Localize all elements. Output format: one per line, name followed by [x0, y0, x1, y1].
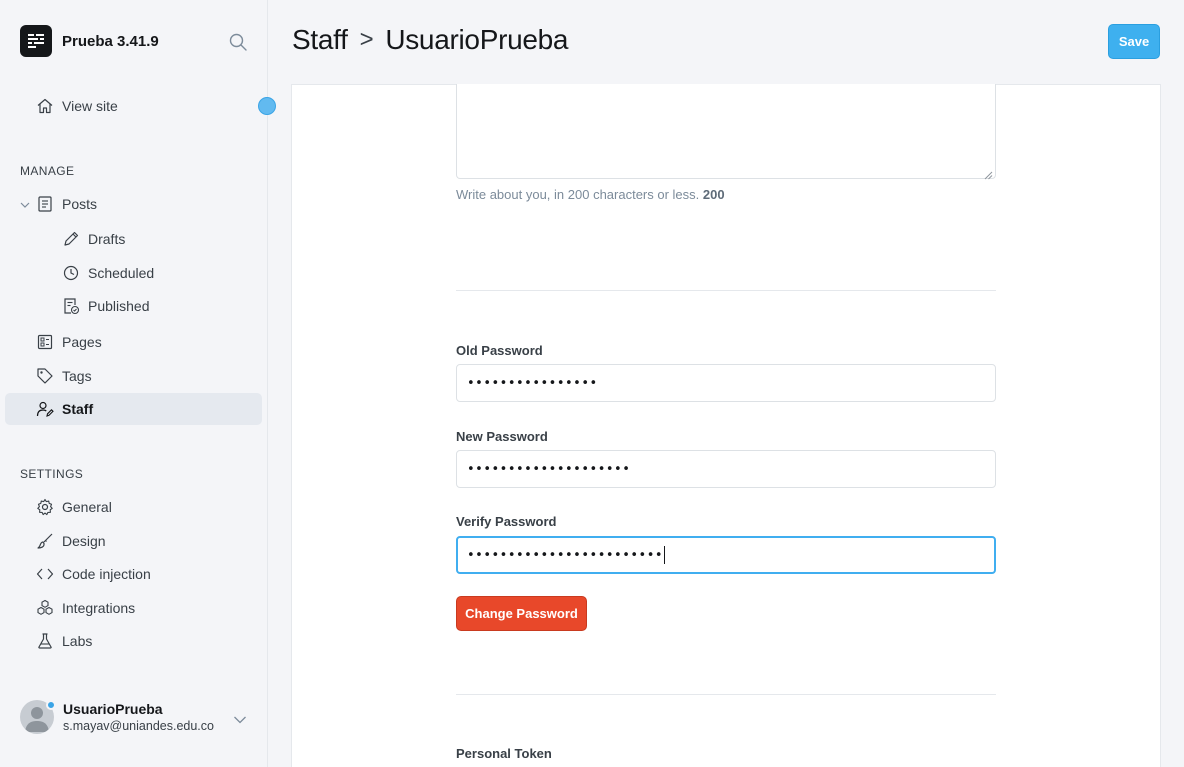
sidebar-item-staff[interactable]: Staff	[5, 393, 262, 425]
old-password-field[interactable]: ••••••••••••••••	[456, 364, 996, 402]
breadcrumb-separator: >	[359, 26, 374, 53]
breadcrumb: Staff > UsuarioPrueba	[292, 24, 568, 56]
search-icon[interactable]	[228, 32, 248, 52]
pencil-icon	[62, 230, 80, 248]
sidebar-item-label: Posts	[62, 196, 98, 212]
sidebar-item-published[interactable]: Published	[5, 290, 262, 322]
sidebar-item-design[interactable]: Design	[5, 525, 262, 557]
sidebar-item-label: Scheduled	[88, 265, 155, 281]
user-name: UsuarioPrueba	[63, 701, 163, 717]
posts-icon	[36, 195, 54, 213]
new-password-value: ••••••••••••••••••••	[467, 461, 631, 477]
settings-section-title: SETTINGS	[20, 467, 84, 481]
sidebar-item-scheduled[interactable]: Scheduled	[5, 257, 262, 289]
verify-password-field[interactable]: ••••••••••••••••••••••••	[456, 536, 996, 574]
code-icon	[36, 565, 54, 583]
sidebar-item-integrations[interactable]: Integrations	[5, 592, 262, 624]
change-password-button[interactable]: Change Password	[456, 596, 587, 631]
sidebar-item-label: View site	[62, 98, 118, 114]
sidebar-item-label: Code injection	[62, 566, 151, 582]
sidebar: Prueba 3.41.9 View site MANAGE Posts Dra…	[0, 0, 268, 767]
sidebar-item-label: Drafts	[88, 231, 126, 247]
tag-icon	[36, 367, 54, 385]
sidebar-item-view-site[interactable]: View site	[5, 90, 262, 122]
chevron-down-icon[interactable]	[233, 712, 247, 724]
sidebar-item-label: Design	[62, 533, 106, 549]
published-icon	[62, 297, 80, 315]
section-divider	[456, 694, 996, 695]
bio-help-text: Write about you, in 200 characters or le…	[456, 187, 725, 202]
content-panel	[291, 84, 1161, 767]
sidebar-item-drafts[interactable]: Drafts	[5, 223, 262, 255]
section-divider	[456, 290, 996, 291]
brand-name: Prueba 3.41.9	[62, 32, 159, 50]
sidebar-item-label: Staff	[62, 401, 94, 417]
verify-password-label: Verify Password	[456, 514, 557, 529]
manage-section-title: MANAGE	[20, 164, 75, 178]
notification-dot[interactable]	[258, 97, 276, 115]
sidebar-item-posts[interactable]: Posts	[5, 188, 262, 220]
integrations-icon	[36, 599, 54, 617]
sidebar-item-pages[interactable]: Pages	[5, 326, 262, 358]
new-password-label: New Password	[456, 429, 548, 444]
flask-icon	[36, 632, 54, 650]
status-indicator	[46, 700, 56, 710]
bio-textarea[interactable]	[456, 84, 996, 180]
resize-handle-icon[interactable]	[984, 167, 993, 180]
clock-icon	[62, 264, 80, 282]
sidebar-item-code-injection[interactable]: Code injection	[5, 558, 262, 590]
brand-logo-icon	[20, 25, 52, 57]
page-title: UsuarioPrueba	[385, 24, 569, 55]
sidebar-item-labs[interactable]: Labs	[5, 625, 262, 657]
sidebar-item-label: Tags	[62, 368, 92, 384]
sidebar-item-label: Pages	[62, 334, 102, 350]
verify-password-value: ••••••••••••••••••••••••	[467, 547, 664, 563]
sidebar-item-label: Labs	[62, 633, 93, 649]
old-password-value: ••••••••••••••••	[467, 375, 598, 391]
gear-icon	[36, 498, 54, 516]
user-email: s.mayav@uniandes.edu.co	[63, 719, 214, 733]
text-caret	[664, 546, 666, 564]
sidebar-item-label: Published	[88, 298, 150, 314]
personal-token-label: Personal Token	[456, 746, 552, 761]
home-icon	[36, 97, 54, 115]
staff-icon	[36, 400, 54, 418]
bio-help-label: Write about you, in 200 characters or le…	[456, 187, 700, 202]
breadcrumb-section[interactable]: Staff	[292, 24, 348, 56]
brush-icon	[36, 532, 54, 550]
pages-icon	[36, 333, 54, 351]
user-menu[interactable]: UsuarioPrueba s.mayav@uniandes.edu.co	[20, 700, 260, 734]
sidebar-item-general[interactable]: General	[5, 491, 262, 523]
sidebar-item-label: General	[62, 499, 112, 515]
sidebar-item-tags[interactable]: Tags	[5, 360, 262, 392]
old-password-label: Old Password	[456, 343, 543, 358]
new-password-field[interactable]: ••••••••••••••••••••	[456, 450, 996, 488]
brand[interactable]: Prueba 3.41.9	[20, 25, 159, 57]
save-button[interactable]: Save	[1108, 24, 1160, 59]
char-count: 200	[702, 187, 725, 202]
sidebar-item-label: Integrations	[62, 600, 136, 616]
